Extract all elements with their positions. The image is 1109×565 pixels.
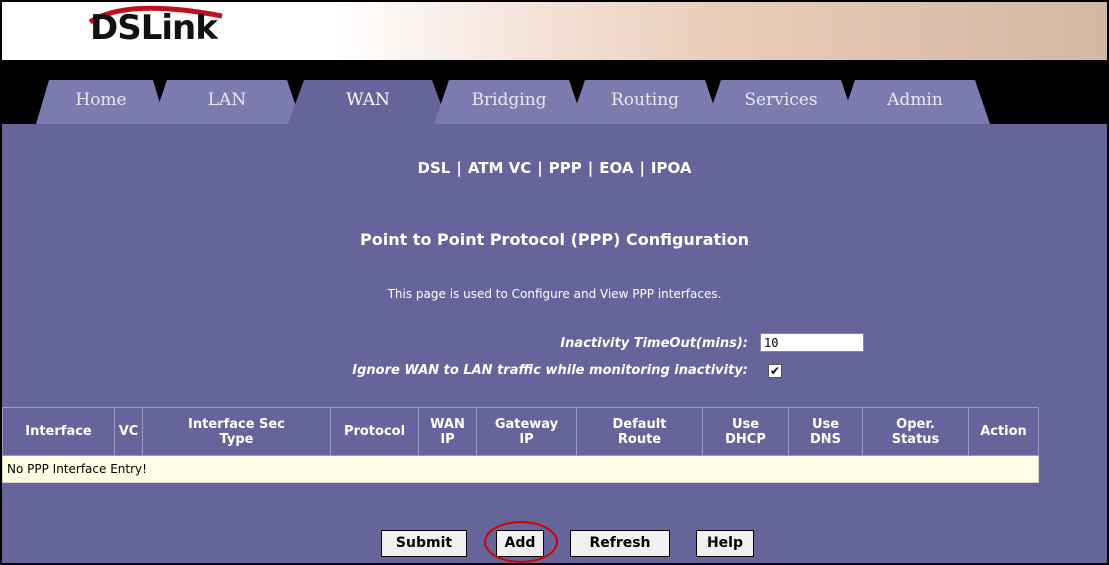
col-default-route: Default Route (576, 407, 703, 456)
col-gateway-ip: Gateway IP (476, 407, 577, 456)
subnav-ipoa[interactable]: IPOA (651, 159, 692, 177)
inactivity-timeout-input[interactable] (760, 333, 864, 352)
col-vc: VC (114, 407, 143, 456)
tab-services-label: Services (744, 90, 818, 110)
table-header-row: Interface VC Interface Sec Type Protocol … (2, 407, 1039, 456)
submit-button[interactable]: Submit (381, 530, 467, 557)
col-protocol: Protocol (330, 407, 419, 456)
tab-lan[interactable]: LAN (152, 80, 302, 124)
tab-bridging[interactable]: Bridging (434, 80, 584, 124)
subnav-separator: | (639, 159, 645, 177)
inactivity-timeout-label: Inactivity TimeOut(mins): (560, 336, 748, 351)
col-use-dhcp: Use DHCP (702, 407, 789, 456)
tab-routing-label: Routing (610, 90, 680, 110)
col-interface: Interface (2, 407, 115, 456)
tab-home-label: Home (75, 90, 127, 110)
router-admin-page: DSLink Home LAN WAN Bridging Routing Ser… (0, 0, 1109, 565)
subnav-dsl[interactable]: DSL (418, 159, 451, 177)
empty-table-message: No PPP Interface Entry! (2, 455, 1039, 483)
tab-admin-label: Admin (887, 90, 943, 110)
table-row: No PPP Interface Entry! (2, 455, 1039, 483)
tab-admin[interactable]: Admin (840, 80, 990, 124)
tab-routing[interactable]: Routing (570, 80, 720, 124)
refresh-button[interactable]: Refresh (570, 530, 670, 557)
check-mark-icon: ✔ (769, 364, 781, 378)
col-interface-sec-type: Interface Sec Type (142, 407, 331, 456)
help-button[interactable]: Help (696, 530, 754, 557)
tab-services[interactable]: Services (706, 80, 856, 124)
tab-wan[interactable]: WAN (288, 80, 448, 124)
page-description: This page is used to Configure and View … (387, 287, 722, 301)
page-title: Point to Point Protocol (PPP) Configurat… (359, 230, 750, 249)
tab-home[interactable]: Home (36, 80, 166, 124)
subnav-ppp[interactable]: PPP (549, 159, 582, 177)
tab-wan-label: WAN (346, 90, 390, 110)
dslink-logo[interactable]: DSLink (90, 8, 218, 48)
tab-lan-label: LAN (207, 90, 247, 110)
add-button-highlight-circle (484, 521, 558, 563)
subnav-separator: | (587, 159, 594, 177)
subnav-eoa[interactable]: EOA (599, 159, 633, 177)
subnav-atm-vc[interactable]: ATM VC (468, 159, 531, 177)
ignore-wan-traffic-checkbox[interactable]: ✔ (768, 364, 782, 378)
ppp-interface-table: Interface VC Interface Sec Type Protocol … (2, 407, 1039, 483)
wan-sub-navigation: DSL | ATM VC | PPP | EOA | IPOA (2, 159, 1107, 177)
col-action: Action (968, 407, 1039, 456)
subnav-separator: | (537, 159, 543, 177)
subnav-separator: | (456, 159, 462, 177)
main-tab-bar: Home LAN WAN Bridging Routing Services A… (2, 60, 1107, 124)
col-use-dns: Use DNS (788, 407, 863, 456)
col-oper-status: Oper. Status (862, 407, 969, 456)
col-wan-ip: WAN IP (418, 407, 477, 456)
tab-bridging-label: Bridging (471, 90, 547, 110)
ignore-wan-traffic-label: Ignore WAN to LAN traffic while monitori… (352, 363, 748, 378)
header-banner: DSLink (2, 2, 1107, 60)
